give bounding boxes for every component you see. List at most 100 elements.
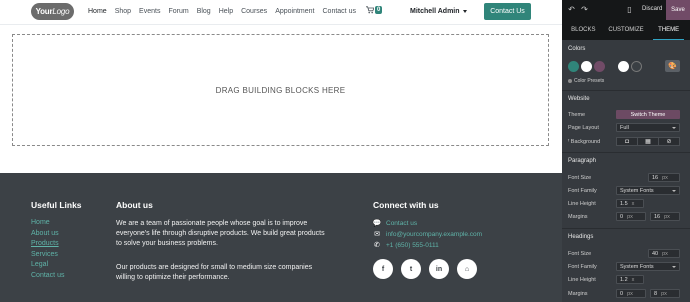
mobile-preview-icon[interactable]: ▯ [625,5,634,14]
footer-link-services[interactable]: Services [31,250,64,261]
none-icon[interactable]: ⊘ [659,138,679,145]
cart-count-badge: 0 [375,6,383,14]
p-margin-top-value: 0 [620,213,624,220]
nav-blog[interactable]: Blog [197,8,211,15]
contact-link[interactable]: Contact us [386,220,417,227]
tab-customize[interactable]: CUSTOMIZE [605,20,648,40]
home-icon[interactable]: ⌂ [457,259,477,279]
footer-link-legal[interactable]: Legal [31,260,64,271]
h-margin-top-input[interactable]: 0 px [616,289,646,298]
section-divider [562,152,690,153]
palette-color-1[interactable] [568,61,579,72]
p-margin-bottom-value: 16 [654,213,661,220]
h-margins-label: Margins [568,291,588,297]
useful-links-title: Useful Links [31,200,82,210]
h-line-height-input[interactable]: 1.2 x [616,275,644,284]
about-paragraph-2: Our products are designed for small to m… [116,264,313,281]
p-font-family-label: Font Family [568,188,597,194]
phone-row[interactable]: ✆ +1 (650) 555-0111 [373,241,439,250]
nav-shop[interactable]: Shop [115,8,131,15]
phone-icon: ✆ [374,242,380,249]
footer-link-contact-us[interactable]: Contact us [31,271,64,282]
drop-zone[interactable]: DRAG BUILDING BLOCKS HERE [12,34,549,146]
footer-link-products[interactable]: Products [31,239,64,250]
nav-help[interactable]: Help [219,8,233,15]
page-layout-label: Page Layout [568,125,599,131]
background-label-text: Background [570,139,601,145]
colors-section-title: Colors [568,46,586,52]
h-font-size-input[interactable]: 40 px [648,249,680,258]
editor-panel: ↶ ↷ ▯ Discard Save BLOCKS CUSTOMIZE THEM… [562,0,690,302]
nav-contact-us[interactable]: Contact us [323,8,356,15]
section-divider [562,90,690,91]
chevron-down-icon [672,190,676,192]
nav-appointment[interactable]: Appointment [275,8,314,15]
p-line-height-value: 1.5 [620,200,628,207]
page-layout-select[interactable]: Full [616,123,680,132]
facebook-icon[interactable]: f [373,259,393,279]
undo-icon[interactable]: ↶ [567,5,576,14]
contact-us-button[interactable]: Contact Us [484,3,531,20]
user-menu[interactable]: Mitchell Admin [410,8,467,15]
footer-link-about-us[interactable]: About us [31,229,64,240]
save-button[interactable]: Save [666,0,690,20]
cart-button[interactable]: 0 [366,6,383,14]
h-font-size-value: 40 [652,250,659,257]
palette-icon[interactable]: 🎨 [665,60,680,72]
color-presets-label[interactable]: Color Presets [568,78,604,84]
editor-tabs: BLOCKS CUSTOMIZE THEME [562,20,690,40]
p-font-size-input[interactable]: 16 px [648,173,680,182]
useful-links-list: Home About us Products Services Legal Co… [31,218,64,282]
h-margin-bottom-input[interactable]: 8 px [650,289,680,298]
email-link[interactable]: info@yourcompany.example.com [386,231,482,238]
camera-icon[interactable]: ◘ [617,138,638,145]
p-font-size-value: 16 [652,174,659,181]
p-line-height-label: Line Height [568,201,596,207]
site-logo[interactable]: Your Logo [31,3,74,20]
phone-link[interactable]: +1 (650) 555-0111 [386,242,439,249]
contact-row[interactable]: 💬 Contact us [373,219,417,228]
p-line-height-input[interactable]: 1.5 x [616,199,644,208]
p-font-family-value: System Fonts [620,187,654,194]
chevron-down-icon [672,266,676,268]
linkedin-icon[interactable]: in [429,259,449,279]
switch-theme-button[interactable]: Switch Theme [616,110,680,119]
nav-forum[interactable]: Forum [168,8,188,15]
h-font-family-select[interactable]: System Fonts [616,262,680,271]
p-margin-bottom-input[interactable]: 16 px [650,212,680,221]
nav-events[interactable]: Events [139,8,160,15]
redo-icon[interactable]: ↷ [580,5,589,14]
pattern-icon[interactable]: ▦ [638,138,659,145]
palette-color-5[interactable] [631,61,642,72]
nav-courses[interactable]: Courses [241,8,267,15]
h-font-size-unit: px [662,250,668,257]
h-line-height-label: Line Height [568,277,596,283]
h-margin-top-unit: px [627,290,633,297]
user-name: Mitchell Admin [410,8,460,15]
discard-button[interactable]: Discard [642,6,662,12]
drop-zone-label: DRAG BUILDING BLOCKS HERE [215,85,346,95]
twitter-icon[interactable]: t [401,259,421,279]
palette-color-4[interactable] [618,61,629,72]
connect-title: Connect with us [373,200,439,210]
palette-color-3[interactable] [594,61,605,72]
p-margins-label: Margins [568,214,588,220]
h-margin-bottom-value: 8 [654,290,658,297]
h-font-family-label: Font Family [568,264,597,270]
p-margin-top-input[interactable]: 0 px [616,212,646,221]
background-options: ◘ ▦ ⊘ [616,137,680,146]
tab-blocks[interactable]: BLOCKS [562,20,605,40]
nav-home[interactable]: Home [88,8,107,15]
envelope-icon: ✉ [374,231,380,238]
footer-link-home[interactable]: Home [31,218,64,229]
tab-theme[interactable]: THEME [647,20,690,40]
email-row[interactable]: ✉ info@yourcompany.example.com [373,230,482,239]
theme-label: Theme [568,112,586,118]
headings-section-title: Headings [568,234,594,240]
page-layout-value: Full [620,124,629,131]
p-margin-top-unit: px [627,213,633,220]
p-font-family-select[interactable]: System Fonts [616,186,680,195]
palette-color-2[interactable] [581,61,592,72]
h-line-height-unit: x [631,276,635,283]
h-line-height-value: 1.2 [620,276,628,283]
